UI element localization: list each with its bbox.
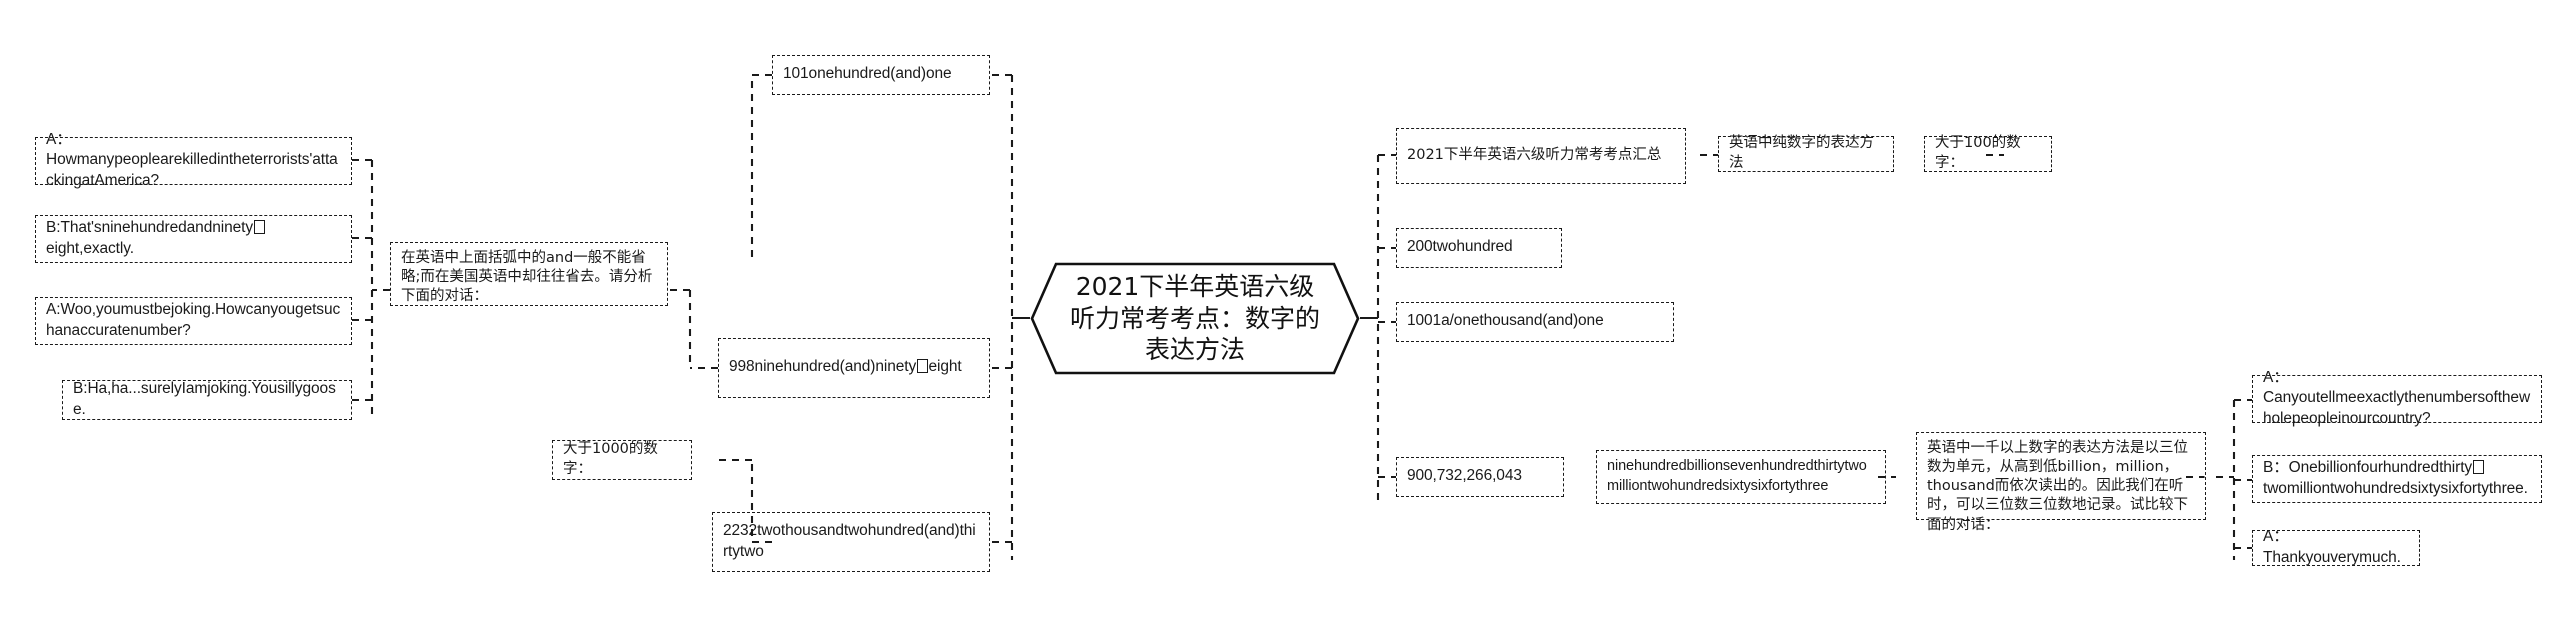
- right-category-label: 大于100的数字：: [1935, 135, 2021, 171]
- left-dialogue-label-4: B:Ha,ha...surelyIamjoking.Yousillygoose.: [73, 380, 336, 418]
- left-number-label-1: 101onehundred(and)one: [783, 65, 952, 83]
- left-note[interactable]: 在英语中上面括弧中的and一般不能省略;而在美国英语中却往往省去。请分析下面的对…: [390, 242, 668, 306]
- left-dialogue-label-2: B:That'sninehundredandninetyeight,exactl…: [46, 218, 342, 259]
- right-number-item-2[interactable]: 1001a/onethousand(and)one: [1396, 302, 1674, 342]
- left-category-label: 大于1000的数字：: [563, 441, 658, 477]
- missing-glyph-box: [916, 358, 928, 374]
- right-topic[interactable]: 英语中纯数字的表达方法: [1718, 135, 1894, 172]
- left-number-label-2: 998ninehundred(and)ninety eight: [729, 358, 962, 376]
- left-dialogue-item-4[interactable]: B:Ha,ha...surelyIamjoking.Yousillygoose.: [62, 380, 352, 420]
- right-summary[interactable]: 2021下半年英语六级听力常考考点汇总: [1396, 128, 1686, 184]
- missing-glyph-box: [253, 219, 265, 234]
- right-note[interactable]: 英语中一千以上数字的表达方法是以三位数为单元，从高到低billion，milli…: [1916, 432, 2206, 533]
- right-big-number-words-label: ninehundredbillionsevenhundredthirtytwom…: [1607, 458, 1867, 494]
- left-number-item-2[interactable]: 998ninehundred(and)ninety eight: [718, 338, 990, 398]
- right-dialogue-label-1: A：Canyoutellmeexactlythenumbersofthewhol…: [2263, 368, 2531, 427]
- right-big-number-label: 900,732,266,043: [1407, 467, 1522, 485]
- right-dialogue-item-1[interactable]: A：Canyoutellmeexactlythenumbersofthewhol…: [2252, 369, 2542, 427]
- left-note-label: 在英语中上面括弧中的and一般不能省略;而在美国英语中却往往省去。请分析下面的对…: [401, 250, 653, 305]
- left-big-number-item[interactable]: 2232twothousandtwohundred(and)thirtytwo: [712, 512, 990, 572]
- root-node[interactable]: 2021下半年英语六级听力常考考点：数字的表达方法: [1030, 262, 1360, 375]
- right-dialogue-item-2[interactable]: B：Onebillionfourhundredthirtytwomilliont…: [2252, 455, 2542, 503]
- right-summary-label: 2021下半年英语六级听力常考考点汇总: [1407, 146, 1662, 163]
- right-dialogue-label-2: B：Onebillionfourhundredthirtytwomilliont…: [2263, 459, 2528, 497]
- left-category[interactable]: 大于1000的数字：: [552, 440, 692, 480]
- left-dialogue-item-3[interactable]: A:Woo,youmustbejoking.Howcanyougetsuchan…: [35, 297, 352, 345]
- right-number-label-1: 200twohundred: [1407, 238, 1513, 256]
- left-dialogue-label-1: A：Howmanypeoplearekilledintheterrorists'…: [46, 130, 338, 189]
- right-category[interactable]: 大于100的数字：: [1924, 135, 2052, 172]
- left-dialogue-item-1[interactable]: A：Howmanypeoplearekilledintheterrorists'…: [35, 131, 352, 189]
- left-number-item-1[interactable]: 101onehundred(and)one: [772, 55, 990, 95]
- missing-glyph-box: [2472, 459, 2484, 474]
- right-dialogue-label-3: A：Thankyouverymuch.: [2263, 528, 2401, 566]
- right-note-label: 英语中一千以上数字的表达方法是以三位数为单元，从高到低billion，milli…: [1927, 440, 2188, 533]
- right-number-item-1[interactable]: 200twohundred: [1396, 228, 1562, 268]
- left-big-number-label: 2232twothousandtwohundred(and)thirtytwo: [723, 522, 976, 560]
- right-big-number-words[interactable]: ninehundredbillionsevenhundredthirtytwom…: [1596, 450, 1886, 504]
- left-dialogue-item-2[interactable]: B:That'sninehundredandninetyeight,exactl…: [35, 215, 352, 263]
- right-topic-label: 英语中纯数字的表达方法: [1729, 135, 1874, 171]
- right-number-label-2: 1001a/onethousand(and)one: [1407, 312, 1604, 330]
- right-dialogue-item-3[interactable]: A：Thankyouverymuch.: [2252, 528, 2420, 566]
- root-node-label: 2021下半年英语六级听力常考考点：数字的表达方法: [1069, 272, 1320, 365]
- mindmap-canvas: 2021下半年英语六级听力常考考点：数字的表达方法 A：Howmanypeopl…: [0, 0, 2560, 629]
- right-big-number[interactable]: 900,732,266,043: [1396, 457, 1564, 497]
- left-dialogue-label-3: A:Woo,youmustbejoking.Howcanyougetsuchan…: [46, 301, 341, 339]
